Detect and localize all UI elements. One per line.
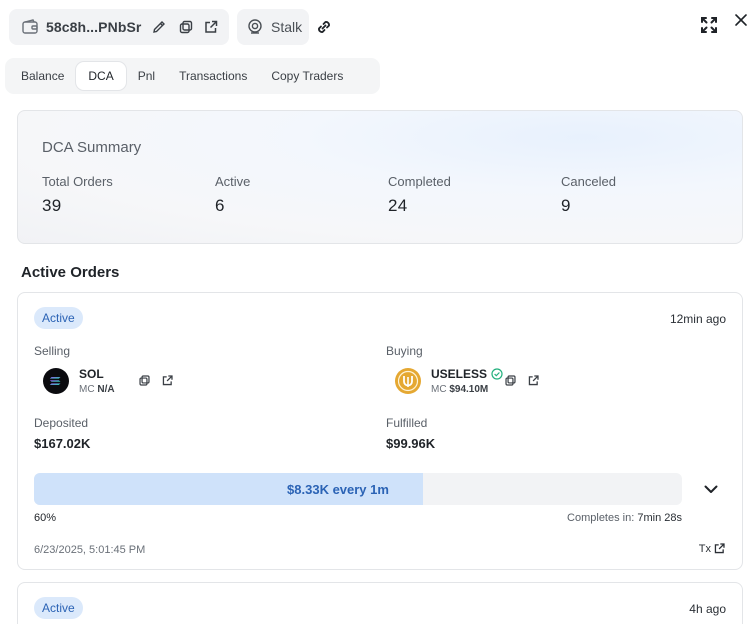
link-icon[interactable]	[314, 17, 334, 37]
tab-bar: Balance DCA Pnl Transactions Copy Trader…	[5, 58, 380, 94]
dca-summary-card: DCA Summary Total Orders 39 Active 6 Com…	[17, 110, 743, 244]
wallet-pill: 58c8h...PNbSr	[9, 9, 229, 45]
selling-label: Selling	[34, 344, 71, 358]
completes-in: Completes in: 7min 28s	[567, 512, 682, 524]
external-link-icon	[713, 542, 726, 555]
copy-icon[interactable]	[138, 374, 152, 388]
stat-value: 24	[388, 196, 408, 215]
order-time-ago: 12min ago	[669, 312, 726, 326]
progress-bar: $8.33K every 1m	[34, 473, 682, 505]
status-badge: Active	[34, 307, 83, 329]
wallet-address: 58c8h...PNbSr	[46, 19, 142, 35]
deposited-label: Deposited	[34, 416, 89, 430]
stat-label: Total Orders	[42, 174, 113, 189]
stat-label: Completed	[388, 174, 451, 189]
tab-dca[interactable]: DCA	[76, 62, 126, 90]
stat-completed: Completed 24	[388, 174, 451, 216]
stat-active: Active 6	[215, 174, 250, 216]
order-card: Active 4h ago	[17, 582, 743, 624]
expand-icon[interactable]	[699, 15, 719, 35]
copy-icon[interactable]	[504, 374, 518, 388]
progress-percent: 60%	[34, 512, 57, 524]
selling-token-symbol: SOL	[79, 367, 104, 381]
stat-label: Canceled	[561, 174, 616, 189]
active-orders-title: Active Orders	[21, 264, 120, 281]
selling-token[interactable]: SOL MC N/A	[43, 367, 115, 395]
copy-icon[interactable]	[177, 18, 195, 36]
fulfilled-value: $99.96K	[386, 436, 436, 451]
buying-token-mc: MC $94.10M	[431, 384, 489, 395]
stat-value: 9	[561, 196, 571, 215]
tab-pnl[interactable]: Pnl	[126, 62, 167, 90]
buying-token-symbol: USELESS	[431, 367, 488, 381]
verified-check-icon	[491, 368, 503, 380]
tx-link[interactable]: Tx	[699, 542, 726, 555]
summary-title: DCA Summary	[42, 139, 142, 156]
external-link-icon[interactable]	[161, 374, 175, 388]
deposited-value: $167.02K	[34, 436, 91, 451]
stat-value: 39	[42, 196, 62, 215]
stalk-label: Stalk	[271, 19, 303, 35]
tab-transactions[interactable]: Transactions	[167, 62, 259, 90]
tab-copy-traders[interactable]: Copy Traders	[259, 62, 355, 90]
sol-logo-icon	[43, 368, 69, 394]
order-time-ago: 4h ago	[689, 602, 726, 616]
close-icon[interactable]	[733, 12, 749, 28]
progress-fill	[34, 473, 423, 505]
external-link-icon[interactable]	[527, 374, 541, 388]
chevron-down-icon[interactable]	[702, 480, 720, 498]
created-at: 6/23/2025, 5:01:45 PM	[34, 544, 146, 556]
stalk-icon	[246, 18, 264, 36]
selling-token-mc: MC N/A	[79, 384, 115, 395]
external-link-icon[interactable]	[202, 18, 220, 36]
stat-canceled: Canceled 9	[561, 174, 616, 216]
order-card: Active 12min ago Selling Buying SOL MC N…	[17, 292, 743, 570]
tab-balance[interactable]: Balance	[9, 62, 76, 90]
stat-label: Active	[215, 174, 251, 189]
wallet-icon	[21, 18, 39, 36]
edit-icon[interactable]	[150, 18, 168, 36]
stalk-button[interactable]: Stalk	[237, 9, 309, 45]
buying-label: Buying	[386, 344, 423, 358]
stat-value: 6	[215, 196, 225, 215]
status-badge: Active	[34, 597, 83, 619]
stat-total-orders: Total Orders 39	[42, 174, 113, 216]
fulfilled-label: Fulfilled	[386, 416, 428, 430]
buying-token[interactable]: USELESS MC $94.10M	[395, 367, 503, 395]
useless-logo-icon	[395, 368, 421, 394]
tx-label: Tx	[698, 542, 711, 555]
